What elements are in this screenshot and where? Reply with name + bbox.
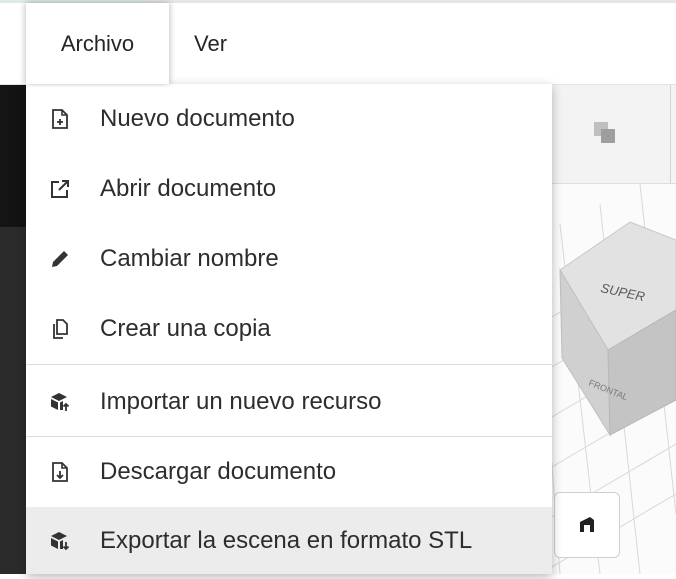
pencil-icon <box>48 247 72 271</box>
menu-item-label: Descargar documento <box>100 458 337 485</box>
left-panel-header <box>0 85 26 227</box>
menu-item-label: Exportar la escena en formato STL <box>100 526 473 554</box>
view-cube[interactable]: SUPER FRONTAL <box>540 200 676 450</box>
left-panel <box>0 85 26 574</box>
menu-divider <box>26 364 552 365</box>
menu-item-label: Importar un nuevo recurso <box>100 388 382 415</box>
menu-item-rename[interactable]: Cambiar nombre <box>26 224 552 294</box>
menu-item-make-copy[interactable]: Crear una copia <box>26 294 552 364</box>
copy-icon <box>48 317 72 341</box>
menu-item-label: Nuevo documento <box>100 105 295 132</box>
menu-item-new-document[interactable]: Nuevo documento <box>26 84 552 154</box>
layers-icon[interactable] <box>592 120 618 146</box>
menu-archivo[interactable]: Archivo <box>26 3 169 84</box>
menu-item-open-document[interactable]: Abrir documento <box>26 154 552 224</box>
menu-item-label: Abrir documento <box>100 175 277 202</box>
file-menu-dropdown: Nuevo documento Abrir documento Cambiar … <box>26 84 552 574</box>
home-view-button[interactable] <box>554 492 620 558</box>
menu-ver[interactable]: Ver <box>194 3 227 84</box>
menu-item-export-stl[interactable]: Exportar la escena en formato STL <box>26 507 552 574</box>
open-external-icon <box>48 177 72 201</box>
menu-item-download-document[interactable]: Descargar documento <box>26 437 552 507</box>
export-cube-icon <box>48 529 72 553</box>
menu-item-import-resource[interactable]: Importar un nuevo recurso <box>26 367 552 437</box>
toolbar-separator <box>670 85 671 183</box>
download-document-icon <box>48 460 72 484</box>
menubar: Archivo Ver <box>0 3 676 85</box>
menu-item-label: Cambiar nombre <box>100 245 279 272</box>
menu-item-label: Crear una copia <box>100 315 271 342</box>
home-icon <box>580 517 594 532</box>
new-document-icon <box>48 107 72 131</box>
import-cube-icon <box>48 390 72 414</box>
